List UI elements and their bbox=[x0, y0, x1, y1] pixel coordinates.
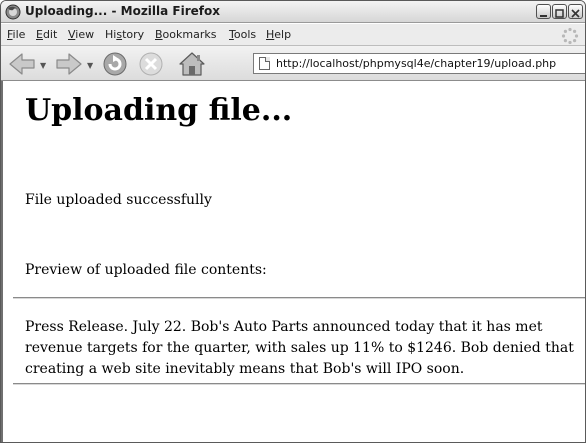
menu-bookmarks-accel: B bbox=[155, 28, 163, 41]
minimize-button[interactable] bbox=[536, 4, 551, 19]
menu-edit-accel: E bbox=[36, 28, 43, 41]
menu-bar: File Edit View History Bookmarks Tools H… bbox=[1, 24, 585, 46]
menu-bookmarks[interactable]: Bookmarks bbox=[155, 28, 216, 41]
menu-tools-label: ools bbox=[233, 28, 257, 41]
window-left-edge bbox=[1, 81, 3, 442]
browser-window: Uploading... - Mozilla Firefox File Edit bbox=[0, 0, 586, 443]
menu-history-pre: Hi bbox=[105, 28, 117, 41]
url-text[interactable]: http://localhost/phpmysql4e/chapter19/up… bbox=[276, 57, 556, 70]
forward-arrow-icon[interactable] bbox=[54, 51, 84, 77]
menu-file[interactable]: File bbox=[7, 28, 25, 41]
minimize-icon bbox=[540, 15, 547, 17]
menu-help-label: elp bbox=[274, 28, 292, 41]
reload-icon[interactable] bbox=[101, 51, 129, 77]
address-bar[interactable]: http://localhost/phpmysql4e/chapter19/up… bbox=[253, 53, 585, 74]
menu-edit[interactable]: Edit bbox=[36, 28, 57, 41]
menu-help[interactable]: Help bbox=[266, 28, 291, 41]
preview-label: Preview of uploaded file contents: bbox=[25, 262, 267, 278]
menu-history[interactable]: History bbox=[105, 28, 144, 41]
window-controls bbox=[536, 4, 583, 19]
page-content: Uploading file... File uploaded successf… bbox=[1, 81, 585, 442]
file-contents: Press Release. July 22. Bob's Auto Parts… bbox=[25, 317, 581, 380]
menu-view-label: iew bbox=[75, 28, 95, 41]
menu-tools[interactable]: Tools bbox=[229, 28, 256, 41]
back-history-dropdown-icon[interactable]: ▼ bbox=[40, 61, 46, 70]
bottom-divider bbox=[13, 383, 585, 385]
navigation-toolbar: ▼ ▼ http://localhost/phpmysql4e/chapter1… bbox=[1, 46, 585, 81]
back-arrow-icon[interactable] bbox=[7, 51, 37, 77]
file-line: revenue targets for the quarter, with sa… bbox=[25, 340, 574, 356]
file-line: Press Release. July 22. Bob's Auto Parts… bbox=[25, 319, 543, 335]
loading-throbber-icon bbox=[561, 27, 579, 45]
stop-icon[interactable] bbox=[137, 51, 165, 77]
page-heading: Uploading file... bbox=[25, 93, 293, 128]
home-icon[interactable] bbox=[177, 51, 207, 77]
menu-view[interactable]: View bbox=[68, 28, 94, 41]
page-icon bbox=[259, 57, 270, 70]
menu-history-label: tory bbox=[122, 28, 145, 41]
file-line: creating a web site inevitably means tha… bbox=[25, 361, 465, 377]
menu-edit-label: dit bbox=[42, 28, 58, 41]
upload-status-text: File uploaded successfully bbox=[25, 192, 212, 208]
close-button[interactable] bbox=[568, 4, 583, 19]
maximize-button[interactable] bbox=[552, 4, 567, 19]
menu-file-label: ile bbox=[12, 28, 26, 41]
menu-bookmarks-label: ookmarks bbox=[162, 28, 217, 41]
maximize-icon bbox=[555, 9, 564, 18]
firefox-icon bbox=[5, 4, 21, 20]
window-title: Uploading... - Mozilla Firefox bbox=[25, 4, 220, 18]
top-divider bbox=[13, 297, 585, 299]
title-bar: Uploading... - Mozilla Firefox bbox=[1, 1, 585, 23]
close-icon bbox=[571, 9, 580, 18]
forward-history-dropdown-icon[interactable]: ▼ bbox=[87, 61, 93, 70]
